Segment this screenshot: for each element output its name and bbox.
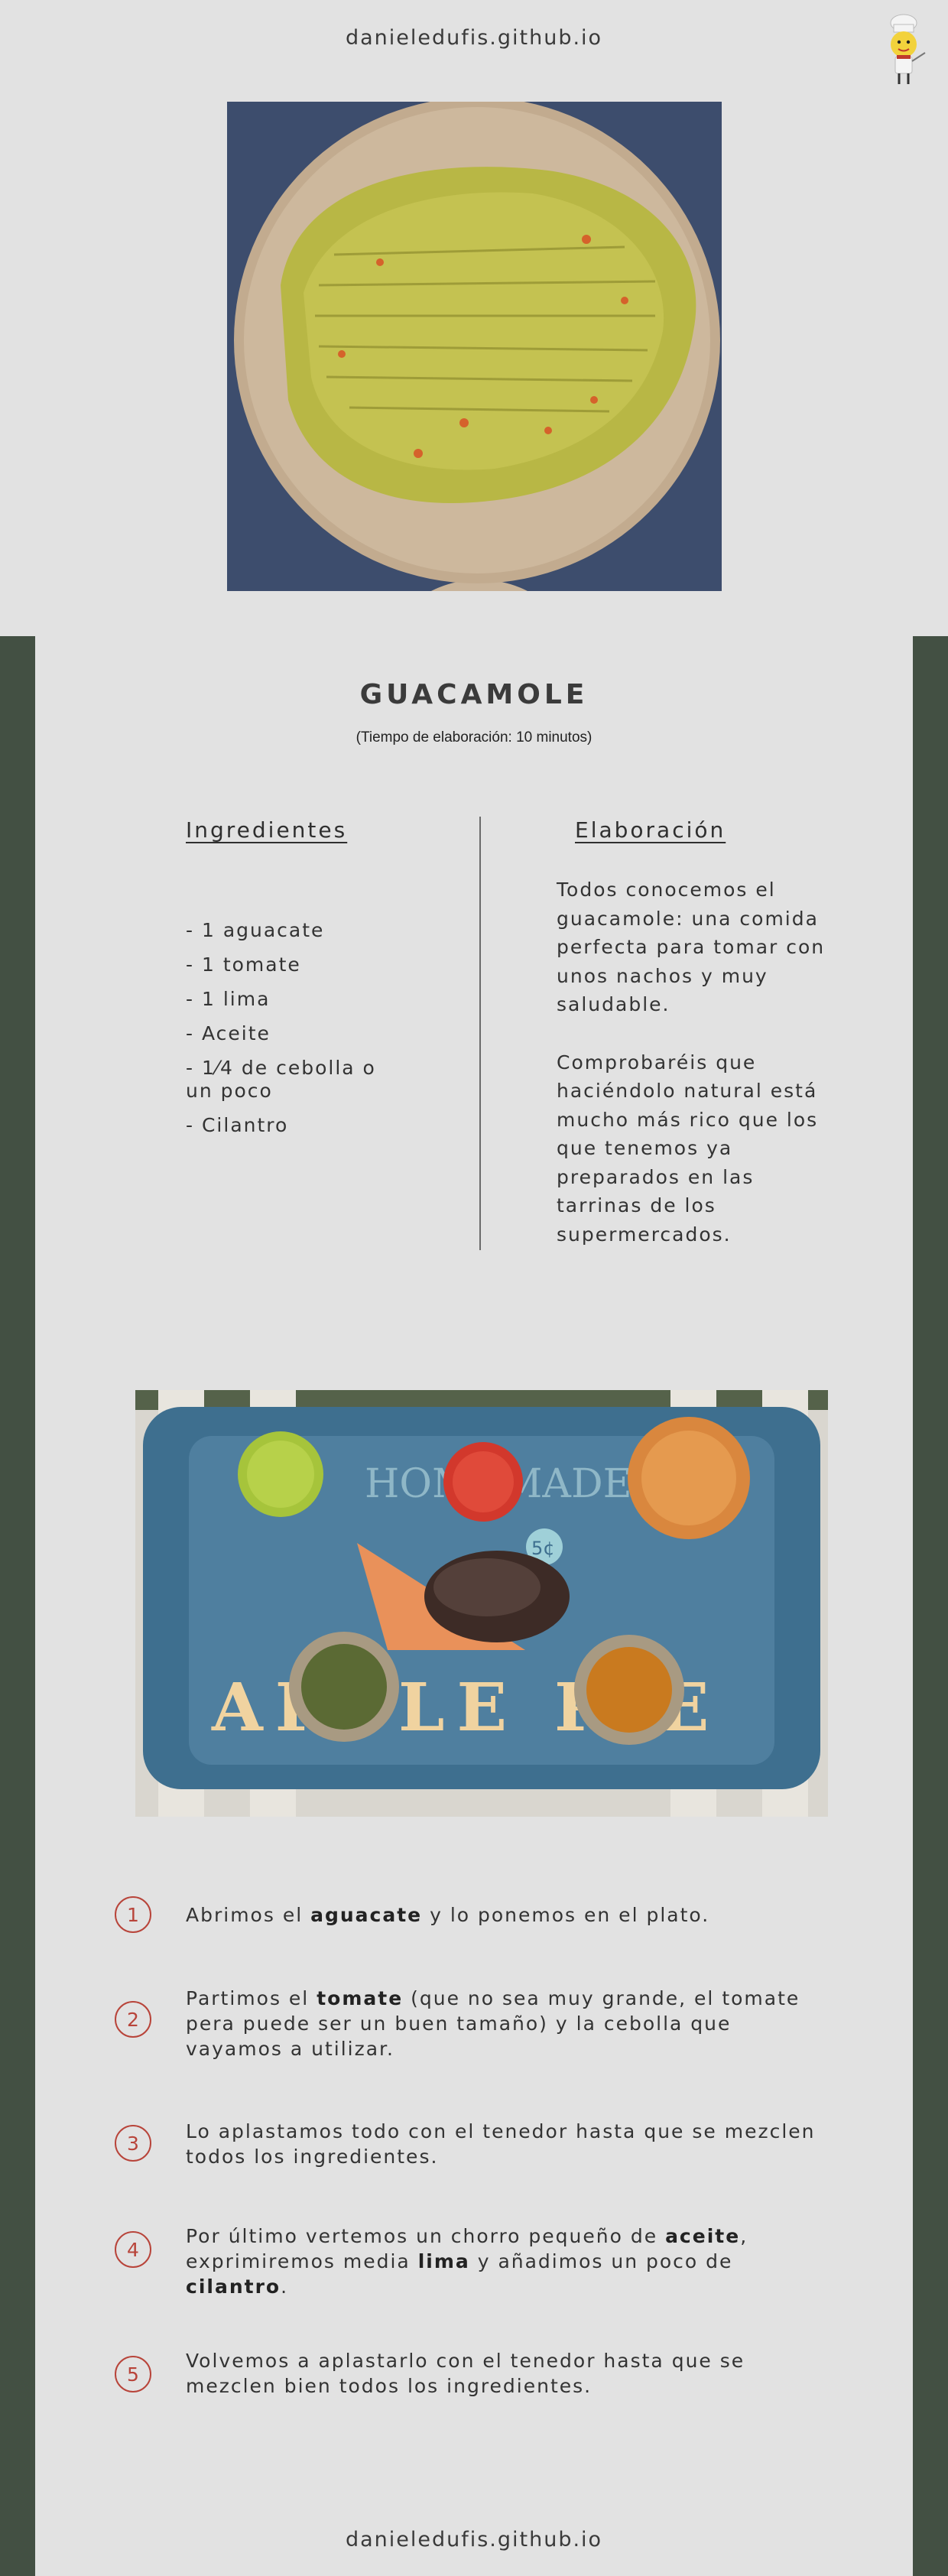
ingredient-item: - 1⁄4 de cebolla o un poco	[186, 1057, 376, 1102]
guacamole-plate-image	[227, 102, 722, 591]
ingredients-heading: Ingredientes	[186, 817, 348, 843]
ingredient-item: - Aceite	[186, 1022, 271, 1044]
right-side-band	[913, 636, 948, 2576]
elaboration-paragraph: Comprobaréis que haciéndolo natural está…	[557, 1051, 819, 1246]
recipe-time: (Tiempo de elaboración: 10 minutos)	[356, 729, 592, 746]
ingredient-item: - 1 lima	[186, 988, 271, 1010]
ingredient-item: - 1 aguacate	[186, 919, 325, 941]
ingredient-item: - 1 tomate	[186, 953, 301, 976]
chef-icon[interactable]	[875, 11, 936, 95]
footer-site-title[interactable]: danieledufis.github.io	[0, 2528, 948, 2552]
step-number: 2	[115, 2001, 151, 2038]
recipe-title: GUACAMOLE	[359, 679, 589, 710]
step-number: 4	[115, 2231, 151, 2268]
step-number: 3	[115, 2125, 151, 2162]
ingredients-list: - 1 aguacate - 1 tomate - 1 lima - Aceit…	[186, 919, 385, 1148]
step-text: Abrimos el aguacate y lo ponemos en el p…	[186, 1904, 710, 1926]
column-divider	[479, 817, 481, 1250]
ingredient-item: - Cilantro	[186, 1114, 289, 1136]
left-side-band	[0, 636, 35, 2576]
site-title[interactable]: danieledufis.github.io	[0, 26, 948, 50]
step-text: Volvemos a aplastarlo con el tenedor has…	[186, 2350, 745, 2397]
ingredients-tray-image: HOMEMADE APPLE PIE 5¢	[135, 1390, 828, 1817]
tray-badge: 5¢	[531, 1538, 555, 1559]
step-text: Por último vertemos un chorro pequeño de…	[186, 2225, 748, 2298]
elaboration-paragraph: Todos conocemos el guacamole: una comida…	[557, 879, 826, 1015]
elaboration-text: Todos conocemos el guacamole: una comida…	[557, 875, 839, 1278]
step-text: Partimos el tomate (que no sea muy grand…	[186, 1987, 800, 2060]
step-number: 5	[115, 2356, 151, 2392]
elaboration-heading: Elaboración	[575, 817, 726, 843]
step-number: 1	[115, 1896, 151, 1933]
step-text: Lo aplastamos todo con el tenedor hasta …	[186, 2120, 816, 2168]
